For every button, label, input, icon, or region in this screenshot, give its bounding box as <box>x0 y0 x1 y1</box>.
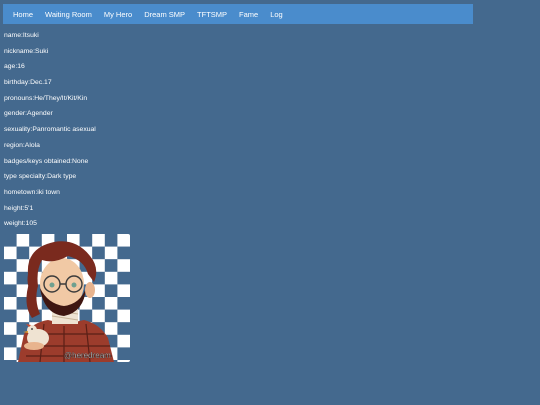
profile-name: name:Itsuki <box>4 32 39 39</box>
profile-sexuality: sexuality:Panromantic asexual <box>4 126 96 134</box>
nav-tftsmp[interactable]: TFTSMP <box>194 10 230 19</box>
profile-type-specialty: type specialty:Dark type <box>4 173 77 181</box>
profile-height: height:5'1 <box>4 204 34 212</box>
profile-pronouns: pronouns:He/They/It/Kit/Kin <box>4 94 88 102</box>
profile-nickname: nickname:Suki <box>4 47 49 55</box>
nav-waiting-room[interactable]: Waiting Room <box>42 10 95 19</box>
top-navbar: Home Waiting Room My Hero Dream SMP TFTS… <box>3 4 473 24</box>
profile-gender: gender:Agender <box>4 110 53 118</box>
profile-region: region:Alola <box>4 141 40 149</box>
avatar-illustration: @heredream <box>4 234 130 362</box>
nav-my-hero[interactable]: My Hero <box>101 10 135 19</box>
profile-birthday: birthday:Dec.17 <box>4 79 52 87</box>
profile-badges: badges/keys obtained:None <box>4 157 89 165</box>
avatar-watermark: @heredream <box>64 351 111 360</box>
profile-age: age:16 <box>4 63 25 71</box>
nav-log[interactable]: Log <box>267 10 286 19</box>
character-avatar-image: @heredream <box>4 234 130 362</box>
nav-fame[interactable]: Fame <box>236 10 261 19</box>
profile-weight: weight:105 <box>4 220 37 228</box>
nav-home[interactable]: Home <box>10 10 36 19</box>
nav-dream-smp[interactable]: Dream SMP <box>141 10 188 19</box>
profile-hometown: hometown:iki town <box>4 188 60 196</box>
profile-info: name:Itsuki nickname:Suki age:16 birthda… <box>4 31 304 235</box>
